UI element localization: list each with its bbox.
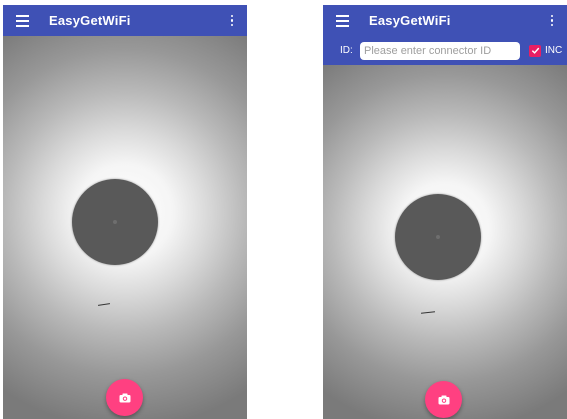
inc-checkbox[interactable] <box>529 44 541 57</box>
phone-screen-right: EasyGetWiFi ID: INC <box>323 5 567 419</box>
more-vert-icon[interactable] <box>225 5 239 36</box>
app-title: EasyGetWiFi <box>369 13 451 28</box>
connector-id-input[interactable] <box>360 41 520 60</box>
debris-mark <box>97 303 111 306</box>
app-bar: EasyGetWiFi <box>323 5 567 36</box>
camera-icon <box>119 393 130 402</box>
menu-icon[interactable] <box>329 5 355 36</box>
phone-screen-left: EasyGetWiFi <box>3 5 247 419</box>
menu-icon[interactable] <box>9 5 35 36</box>
inc-label: INC <box>545 45 563 56</box>
id-label: ID: <box>340 45 353 56</box>
connector-id-bar: ID: INC <box>323 36 567 65</box>
more-vert-icon[interactable] <box>545 5 559 36</box>
capture-button[interactable] <box>106 379 143 416</box>
fiber-end-face <box>72 179 158 265</box>
camera-preview <box>3 36 247 419</box>
app-bar: EasyGetWiFi <box>3 5 247 36</box>
capture-button[interactable] <box>425 381 462 418</box>
app-title: EasyGetWiFi <box>49 13 131 28</box>
fiber-core-center <box>113 220 117 224</box>
debris-mark <box>420 311 436 314</box>
fiber-core-center <box>436 235 440 239</box>
camera-icon <box>438 395 449 404</box>
camera-preview <box>323 65 567 419</box>
check-icon <box>531 47 539 54</box>
fiber-end-face <box>395 194 481 280</box>
